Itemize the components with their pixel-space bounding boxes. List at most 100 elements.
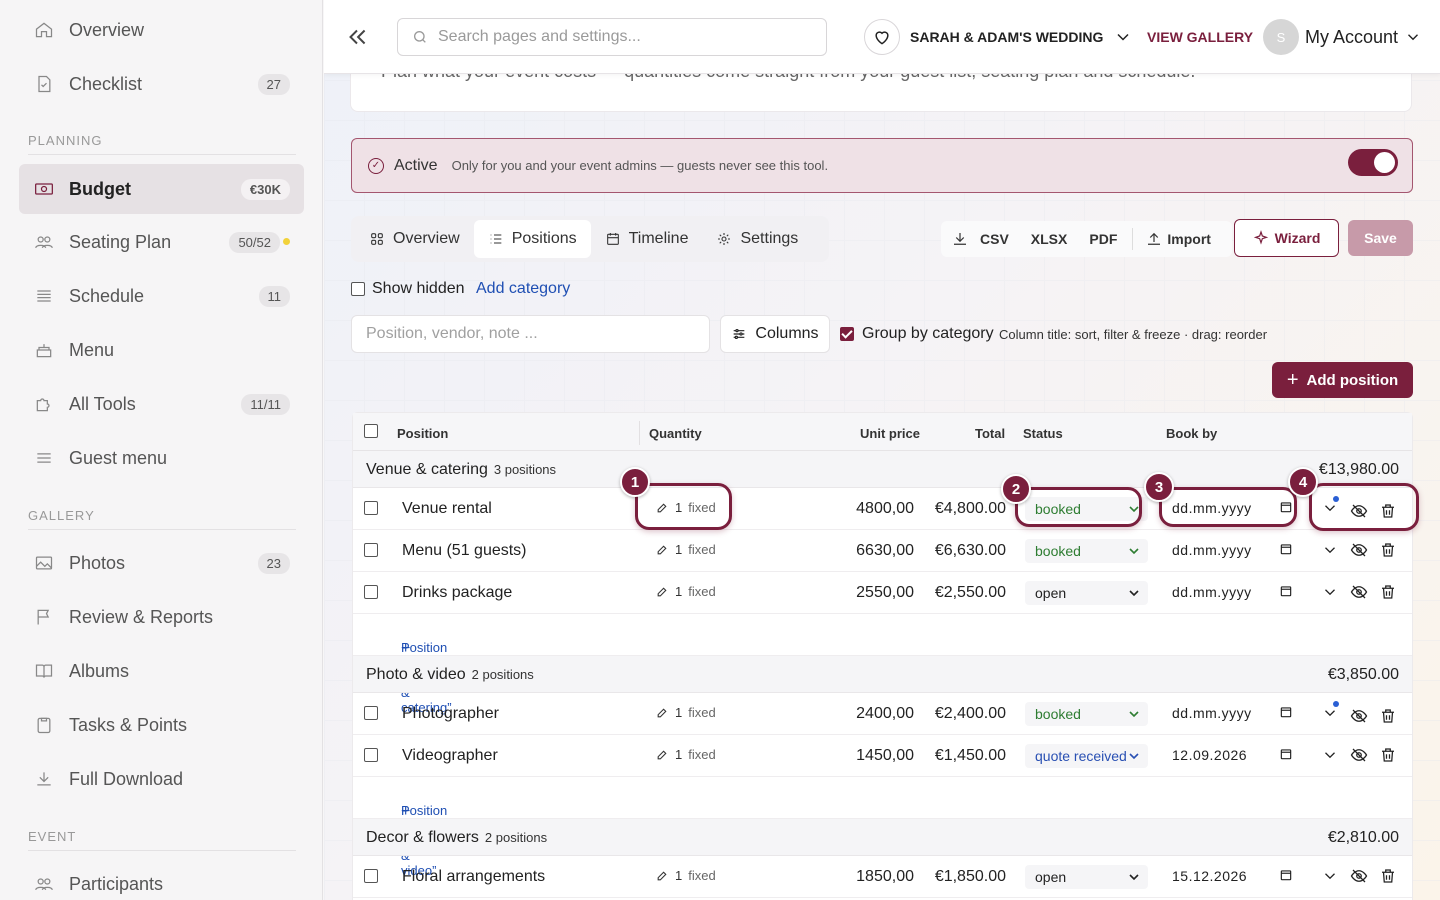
search-input[interactable]: Search pages and settings... [397,18,827,56]
sidebar-item-tasks-points[interactable]: Tasks & Points [19,701,304,749]
status-select[interactable]: booked [1025,702,1148,726]
position-name[interactable]: Menu (51 guests) [402,542,527,560]
position-name[interactable]: Floral arrangements [402,868,545,886]
sidebar-item-checklist[interactable]: Checklist 27 [19,60,304,108]
calendar-icon[interactable] [1279,868,1293,882]
chevron-down-icon[interactable] [1321,541,1339,559]
position-name[interactable]: Photographer [402,705,499,723]
eye-off-icon[interactable] [1350,583,1368,601]
add-category-link[interactable]: Add category [476,280,570,298]
position-name[interactable]: Drinks package [402,584,512,602]
eye-off-icon[interactable] [1350,541,1368,559]
group-by-category-toggle[interactable]: Group by category [840,325,994,343]
book-by-date[interactable]: dd.mm.yyyy [1172,542,1252,558]
show-hidden-toggle[interactable]: Show hidden [351,280,465,298]
trash-icon[interactable] [1379,867,1397,885]
book-by-date[interactable]: dd.mm.yyyy [1172,705,1252,721]
category-row[interactable]: Photo & video 2 positions €3,850.00 [353,656,1412,693]
calendar-icon[interactable] [1279,747,1293,761]
col-position[interactable]: Position [397,426,448,441]
active-toggle[interactable] [1348,149,1398,176]
upload-icon[interactable] [1145,230,1163,248]
book-by-date[interactable]: dd.mm.yyyy [1172,584,1252,600]
book-by-date[interactable]: 12.09.2026 [1172,747,1247,763]
col-total[interactable]: Total [975,426,1005,441]
account-menu[interactable]: S My Account [1263,18,1422,56]
row-checkbox[interactable] [364,585,378,599]
row-checkbox[interactable] [364,748,378,762]
columns-button[interactable]: Columns [720,315,830,353]
sidebar-item-budget[interactable]: Budget €30K [19,164,304,214]
add-position-in-category[interactable]: +Position in “Photo & video” [353,777,1412,878]
add-position-button[interactable]: + Add position [1272,362,1413,398]
calendar-icon[interactable] [1279,584,1293,598]
select-all-checkbox[interactable] [364,424,378,438]
row-checkbox[interactable] [364,543,378,557]
export-xlsx-button[interactable]: XLSX [1031,231,1068,247]
trash-icon[interactable] [1379,746,1397,764]
quantity-cell[interactable]: 1 fixed [656,542,716,557]
group-by-checkbox[interactable] [840,327,854,341]
status-select[interactable]: open [1025,865,1148,889]
quantity-cell[interactable]: 1 fixed [656,747,716,762]
calendar-icon[interactable] [1279,542,1293,556]
unit-price[interactable]: 6630,00 [856,542,914,560]
sidebar-item-participants[interactable]: Participants [19,860,304,900]
category-row[interactable]: Decor & flowers 2 positions €2,810.00 [353,819,1412,856]
sidebar-item-guest-menu[interactable]: Guest menu [19,434,304,482]
download-icon[interactable] [951,230,969,248]
export-csv-button[interactable]: CSV [980,231,1009,247]
book-by-date[interactable]: 15.12.2026 [1172,868,1247,884]
row-checkbox[interactable] [364,501,378,515]
sidebar-item-seating-plan[interactable]: Seating Plan 50/52 [19,218,304,266]
trash-icon[interactable] [1379,707,1397,725]
col-status[interactable]: Status [1023,426,1063,441]
tab-overview[interactable]: Overview [355,220,474,258]
quantity-cell[interactable]: 1 fixed [656,705,716,720]
position-filter-input[interactable]: Position, vendor, note ... [351,315,710,353]
sidebar-item-overview[interactable]: Overview [19,6,304,54]
unit-price[interactable]: 2550,00 [856,584,914,602]
expand-action[interactable] [1321,701,1350,727]
show-hidden-checkbox[interactable] [351,282,365,296]
chevron-down-icon[interactable] [1321,867,1339,885]
eye-off-icon[interactable] [1350,867,1368,885]
col-quantity[interactable]: Quantity [649,426,702,441]
import-button[interactable]: Import [1167,231,1211,247]
status-select[interactable]: open [1025,581,1148,605]
quantity-cell[interactable]: 1 fixed [656,868,716,883]
status-select[interactable]: quote received [1025,744,1148,768]
sidebar-item-full-download[interactable]: Full Download [19,755,304,803]
sidebar-item-menu[interactable]: Menu [19,326,304,374]
event-selector[interactable]: SARAH & ADAM'S WEDDING [864,18,1133,56]
sidebar-item-all-tools[interactable]: All Tools 11/11 [19,380,304,428]
tab-settings[interactable]: Settings [702,220,812,258]
sidebar-item-photos[interactable]: Photos 23 [19,539,304,587]
row-checkbox[interactable] [364,869,378,883]
unit-price[interactable]: 1450,00 [856,747,914,765]
col-unit-price[interactable]: Unit price [860,426,920,441]
wizard-button[interactable]: Wizard [1234,219,1339,257]
sidebar-item-schedule[interactable]: Schedule 11 [19,272,304,320]
chevron-down-icon[interactable] [1321,746,1339,764]
position-name[interactable]: Videographer [402,747,498,765]
col-book-by[interactable]: Book by [1166,426,1217,441]
eye-off-icon[interactable] [1350,707,1368,725]
view-gallery-link[interactable]: VIEW GALLERY [1147,29,1253,45]
tab-timeline[interactable]: Timeline [591,220,703,258]
eye-off-icon[interactable] [1350,746,1368,764]
unit-price[interactable]: 4800,00 [856,500,914,518]
calendar-icon[interactable] [1279,705,1293,719]
status-select[interactable]: booked [1025,539,1148,563]
chevron-down-icon[interactable] [1321,583,1339,601]
sidebar-item-albums[interactable]: Albums [19,647,304,695]
unit-price[interactable]: 2400,00 [856,705,914,723]
row-checkbox[interactable] [364,706,378,720]
add-position-in-category[interactable]: +Position in “Venue & catering” [353,614,1412,715]
export-pdf-button[interactable]: PDF [1089,231,1117,247]
tab-positions[interactable]: Positions [473,220,591,258]
quantity-cell[interactable]: 1 fixed [656,584,716,599]
trash-icon[interactable] [1379,583,1397,601]
position-name[interactable]: Venue rental [402,500,492,518]
sidebar-item-review-reports[interactable]: Review & Reports [19,593,304,641]
